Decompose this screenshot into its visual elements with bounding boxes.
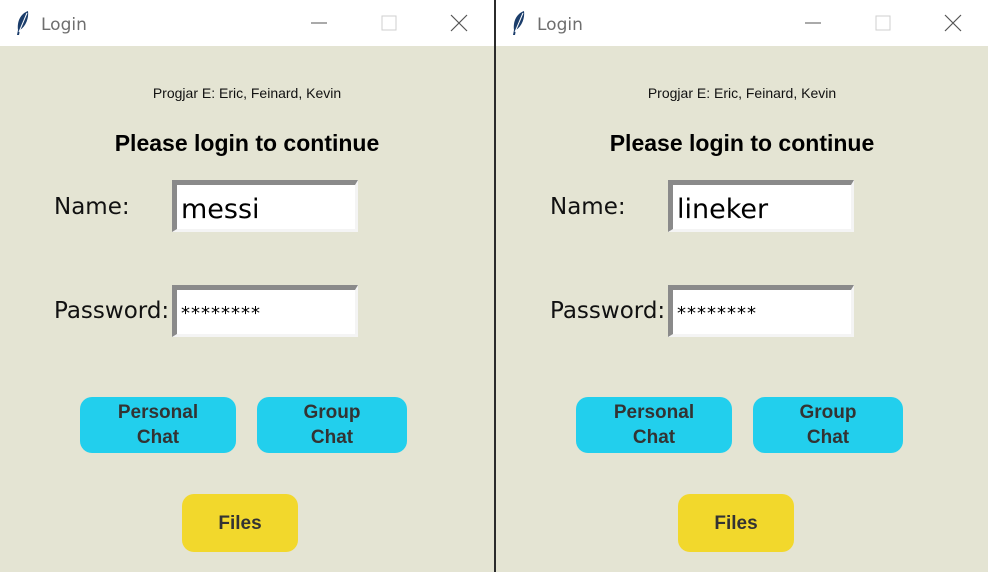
title-bar[interactable]: Login — [496, 0, 988, 46]
files-button[interactable]: Files — [182, 494, 298, 552]
credits-text: Progjar E: Eric, Feinard, Kevin — [152, 85, 342, 101]
maximize-icon[interactable] — [872, 12, 894, 34]
password-field[interactable]: ******** — [172, 285, 358, 337]
name-label: Name: — [550, 194, 626, 220]
login-window: Login Progjar E: Eric, Feinard, Kevin Pl… — [496, 0, 988, 572]
group-chat-button[interactable]: Group Chat — [257, 397, 407, 453]
password-field[interactable]: ******** — [668, 285, 854, 337]
minimize-icon[interactable] — [308, 12, 330, 34]
window-title: Login — [537, 15, 583, 35]
close-icon[interactable] — [942, 12, 964, 34]
title-bar[interactable]: Login — [0, 0, 494, 46]
group-chat-button[interactable]: Group Chat — [753, 397, 903, 453]
name-field-value: lineker — [677, 194, 769, 225]
login-window: Login Progjar E: Eric, Feinard, Kevin Pl… — [0, 0, 494, 572]
name-field-value: messi — [181, 194, 260, 225]
password-label: Password: — [550, 298, 666, 324]
credits-text: Progjar E: Eric, Feinard, Kevin — [647, 85, 837, 101]
window-title: Login — [41, 15, 87, 35]
login-heading: Please login to continue — [609, 130, 875, 156]
name-field[interactable]: messi — [172, 180, 358, 232]
login-heading: Please login to continue — [114, 130, 380, 156]
password-field-value: ******** — [181, 303, 261, 324]
personal-chat-button[interactable]: Personal Chat — [80, 397, 236, 453]
name-label: Name: — [54, 194, 130, 220]
files-button[interactable]: Files — [678, 494, 794, 552]
password-label: Password: — [54, 298, 170, 324]
feather-icon — [17, 11, 29, 35]
maximize-icon[interactable] — [378, 12, 400, 34]
close-icon[interactable] — [448, 12, 470, 34]
minimize-icon[interactable] — [802, 12, 824, 34]
password-field-value: ******** — [677, 303, 757, 324]
name-field[interactable]: lineker — [668, 180, 854, 232]
personal-chat-button[interactable]: Personal Chat — [576, 397, 732, 453]
feather-icon — [513, 11, 525, 35]
